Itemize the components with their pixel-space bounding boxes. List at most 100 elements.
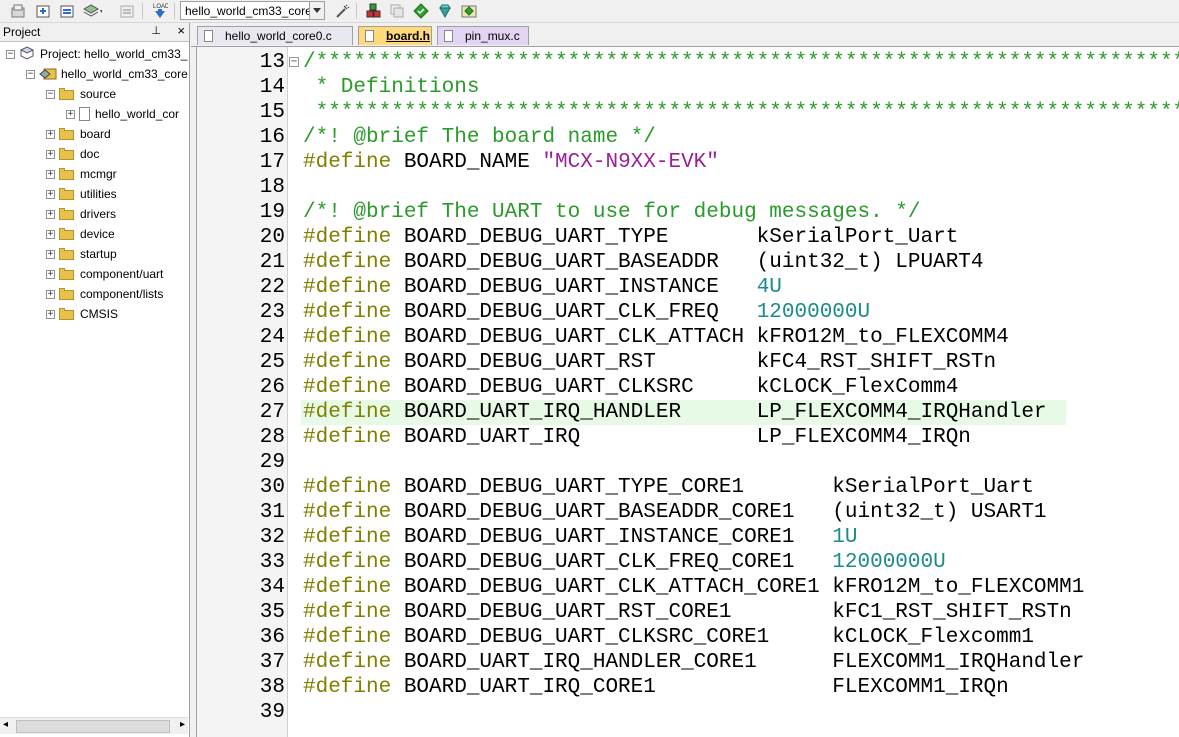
folder-icon — [59, 228, 75, 240]
code-line[interactable]: 36 #define BOARD_DEBUG_UART_CLKSRC_CORE1 … — [197, 625, 1179, 650]
code-token: #define — [303, 651, 392, 674]
expand-icon[interactable]: + — [46, 269, 55, 279]
target-select[interactable]: hello_world_cm33_core0 — [180, 1, 325, 20]
tree-item[interactable]: + device — [46, 224, 115, 244]
code-line[interactable]: 33 #define BOARD_DEBUG_UART_CLK_FREQ_CORE… — [197, 550, 1179, 575]
manage-components-icon[interactable] — [363, 1, 383, 20]
code-line[interactable]: 38 #define BOARD_UART_IRQ_CORE1 FLEXCOMM1… — [197, 675, 1179, 700]
line-number: 21 — [259, 251, 285, 274]
tree-item[interactable]: − Project: hello_world_cm33_ — [6, 44, 187, 64]
tab-pin-mux-c[interactable]: pin_mux.c — [437, 26, 529, 45]
code-line[interactable]: 35 #define BOARD_DEBUG_UART_RST_CORE1 kFC… — [197, 600, 1179, 625]
code-token: BOARD_DEBUG_UART_RST_CORE1 kFC1_RST_SHIF… — [391, 601, 1072, 624]
code-line[interactable]: 31 #define BOARD_DEBUG_UART_BASEADDR_CORE… — [197, 500, 1179, 525]
tab-board-h[interactable]: board.h — [358, 26, 432, 45]
fold-icon[interactable]: − — [289, 57, 299, 67]
target-select-value: hello_world_cm33_core0 — [185, 3, 309, 18]
stop-build-icon[interactable] — [117, 1, 137, 20]
expand-icon[interactable]: + — [46, 309, 55, 319]
rebuild-icon[interactable] — [33, 1, 53, 20]
scroll-right-icon[interactable]: ▸ — [180, 719, 185, 730]
tree-item[interactable]: + doc — [46, 144, 99, 164]
code-line[interactable]: 15 *************************************… — [197, 100, 1179, 125]
code-line[interactable]: 27 #define BOARD_UART_IRQ_HANDLER LP_FLEX… — [197, 400, 1179, 425]
code-line[interactable]: 26 #define BOARD_DEBUG_UART_CLKSRC kCLOCK… — [197, 375, 1179, 400]
options-icon[interactable] — [332, 1, 352, 20]
line-number: 27 — [259, 401, 285, 424]
folder-icon — [59, 268, 75, 280]
expand-icon[interactable]: + — [46, 249, 55, 259]
tree-item[interactable]: + hello_world_cor — [66, 104, 179, 124]
code-line[interactable]: 32 #define BOARD_DEBUG_UART_INSTANCE_CORE… — [197, 525, 1179, 550]
code-line[interactable]: 18 — [197, 175, 1179, 200]
layers-icon[interactable] — [82, 1, 102, 20]
code-token: BOARD_DEBUG_UART_INSTANCE — [391, 276, 757, 299]
scroll-left-icon[interactable]: ◂ — [3, 719, 8, 730]
code-line[interactable]: 21 #define BOARD_DEBUG_UART_BASEADDR (uin… — [197, 250, 1179, 275]
expand-icon[interactable]: + — [46, 209, 55, 219]
code-line[interactable]: 28 #define BOARD_UART_IRQ LP_FLEXCOMM4_IR… — [197, 425, 1179, 450]
tree-item-label: device — [80, 227, 115, 241]
expand-icon[interactable]: + — [46, 229, 55, 239]
code-token: #define — [303, 476, 392, 499]
project-panel-title: Project — [3, 25, 41, 39]
tree-item[interactable]: + component/lists — [46, 284, 163, 304]
code-line[interactable]: 23 #define BOARD_DEBUG_UART_CLK_FREQ 1200… — [197, 300, 1179, 325]
tree-item[interactable]: + board — [46, 124, 111, 144]
build-icon[interactable] — [8, 1, 28, 20]
code-token: BOARD_DEBUG_UART_TYPE kSerialPort_Uart — [391, 226, 959, 249]
pack-icon[interactable] — [387, 1, 407, 20]
gem-icon[interactable] — [435, 1, 455, 20]
code-token: #define — [303, 326, 392, 349]
code-line[interactable]: 25 #define BOARD_DEBUG_UART_RST kFC4_RST_… — [197, 350, 1179, 375]
tree-item[interactable]: − hello_world_cm33_core — [26, 64, 188, 84]
code-line[interactable]: 20 #define BOARD_DEBUG_UART_TYPE kSerialP… — [197, 225, 1179, 250]
pack-installer-icon[interactable] — [459, 1, 479, 20]
tab-hello-world-core0-c[interactable]: hello_world_core0.c — [197, 26, 353, 45]
expand-icon[interactable]: + — [46, 129, 55, 139]
expand-icon[interactable]: + — [46, 189, 55, 199]
tree-item[interactable]: + utilities — [46, 184, 117, 204]
code-line[interactable]: 19 /*! @brief The UART to use for debug m… — [197, 200, 1179, 225]
code-line[interactable]: 14 * Definitions — [197, 75, 1179, 100]
code-line[interactable]: 39 — [197, 700, 1179, 725]
tree-item[interactable]: + startup — [46, 244, 117, 264]
tree-item[interactable]: + drivers — [46, 204, 116, 224]
code-line[interactable]: 37 #define BOARD_UART_IRQ_HANDLER_CORE1 F… — [197, 650, 1179, 675]
tree-item[interactable]: + component/uart — [46, 264, 163, 284]
code-editor[interactable]: 13−/************************************… — [196, 47, 1179, 737]
code-line[interactable]: 24 #define BOARD_DEBUG_UART_CLK_ATTACH kF… — [197, 325, 1179, 350]
collapse-icon[interactable]: − — [6, 49, 15, 59]
code-token: #define — [303, 251, 392, 274]
code-line[interactable]: 13−/************************************… — [197, 50, 1179, 75]
horizontal-scrollbar[interactable]: ◂ ▸ — [0, 717, 188, 734]
collapse-icon[interactable]: − — [46, 89, 55, 99]
tree-item[interactable]: + CMSIS — [46, 304, 118, 324]
code-text: #define BOARD_UART_IRQ_CORE1 FLEXCOMM1_I… — [303, 675, 1009, 700]
code-token: BOARD_DEBUG_UART_BASEADDR_CORE1 (uint32_… — [391, 501, 1047, 524]
batch-build-icon[interactable] — [57, 1, 77, 20]
code-token: BOARD_NAME — [391, 151, 543, 174]
green-diamond-icon[interactable] — [411, 1, 431, 20]
scroll-thumb[interactable] — [16, 720, 170, 733]
code-text: #define BOARD_DEBUG_UART_INSTANCE 4U — [303, 275, 782, 300]
code-line[interactable]: 22 #define BOARD_DEBUG_UART_INSTANCE 4U — [197, 275, 1179, 300]
code-line[interactable]: 30 #define BOARD_DEBUG_UART_TYPE_CORE1 kS… — [197, 475, 1179, 500]
tree-item[interactable]: − source — [46, 84, 116, 104]
expand-icon[interactable]: + — [46, 149, 55, 159]
pin-icon[interactable]: ⊥ — [151, 24, 161, 37]
chevron-down-icon[interactable] — [309, 2, 324, 19]
close-icon[interactable]: × — [177, 23, 185, 38]
toolbar: LOAD hello_world_cm33_core0 — [0, 0, 1179, 23]
tree-item[interactable]: + mcmgr — [46, 164, 117, 184]
collapse-icon[interactable]: − — [26, 69, 35, 79]
code-line[interactable]: 34 #define BOARD_DEBUG_UART_CLK_ATTACH_CO… — [197, 575, 1179, 600]
download-icon[interactable]: LOAD — [150, 1, 170, 20]
expand-icon[interactable]: + — [66, 109, 75, 119]
expand-icon[interactable]: + — [46, 289, 55, 299]
code-line[interactable]: 17 #define BOARD_NAME "MCX-N9XX-EVK" — [197, 150, 1179, 175]
code-line[interactable]: 29 — [197, 450, 1179, 475]
code-line[interactable]: 16 /*! @brief The board name */ — [197, 125, 1179, 150]
expand-icon[interactable]: + — [46, 169, 55, 179]
code-text: #define BOARD_UART_IRQ LP_FLEXCOMM4_IRQn — [303, 425, 971, 450]
